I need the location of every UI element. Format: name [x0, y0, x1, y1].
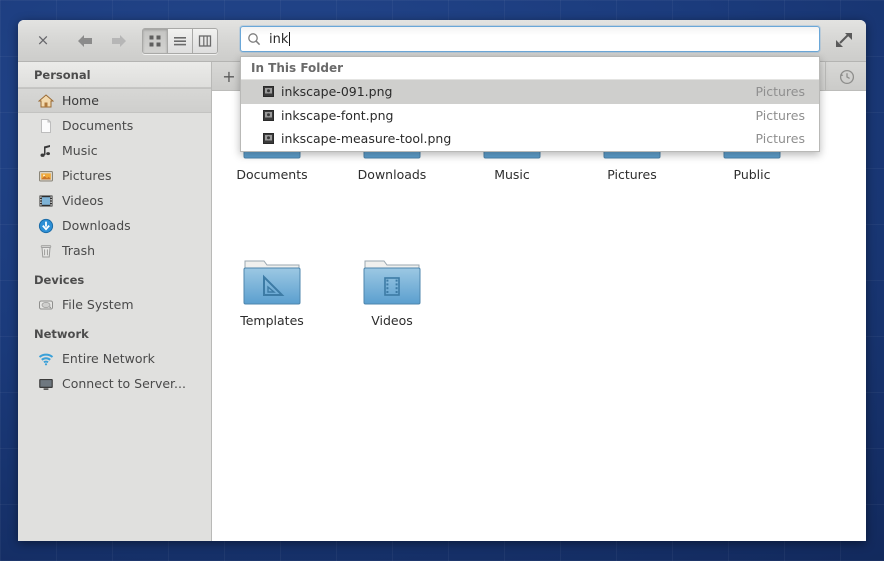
trash-icon: [38, 243, 54, 259]
search-icon: [247, 32, 261, 46]
grid-icon: [148, 34, 162, 48]
folder-item[interactable]: Videos: [332, 257, 452, 339]
wifi-icon: [38, 351, 54, 367]
sidebar-item-file-system[interactable]: File System: [18, 292, 211, 317]
sidebar-item-label: Entire Network: [62, 351, 155, 366]
document-icon: [38, 118, 54, 134]
sidebar-item-label: Music: [62, 143, 98, 158]
text-caret: [289, 32, 290, 46]
folder-icon: [242, 257, 302, 309]
sidebar-group-devices: Devices: [18, 268, 211, 292]
folder-label: Public: [734, 167, 771, 182]
folder-label: Videos: [371, 313, 413, 328]
forward-button[interactable]: [102, 26, 136, 56]
maximize-button[interactable]: [834, 31, 856, 51]
sidebar-group-personal: Personal: [18, 62, 211, 88]
image-file-icon: [263, 110, 274, 121]
sidebar-item-label: Home: [62, 93, 99, 108]
suggestion-row[interactable]: inkscape-measure-tool.png Pictures: [241, 127, 819, 151]
sidebar-item-home[interactable]: Home: [18, 88, 211, 113]
suggestion-name: inkscape-091.png: [281, 84, 756, 99]
view-list-button[interactable]: [168, 29, 193, 53]
pictures-icon: [38, 168, 54, 184]
search-suggestions-popup: In This Folder inkscape-091.png Pictures…: [240, 56, 820, 152]
suggestion-name: inkscape-measure-tool.png: [281, 131, 756, 146]
home-icon: [38, 93, 54, 109]
folder-label: Documents: [236, 167, 307, 182]
view-mode-switcher: [142, 28, 218, 54]
sidebar-item-label: Connect to Server...: [62, 376, 186, 391]
list-icon: [173, 34, 187, 48]
sidebar-item-music[interactable]: Music: [18, 138, 211, 163]
suggestion-row[interactable]: inkscape-font.png Pictures: [241, 104, 819, 128]
sidebar-item-connect-to-server[interactable]: Connect to Server...: [18, 371, 211, 396]
folder-icon: [362, 257, 422, 309]
search-input-value: ink: [269, 32, 288, 47]
close-button[interactable]: ×: [26, 26, 60, 56]
columns-icon: [198, 34, 212, 48]
sidebar-item-downloads[interactable]: Downloads: [18, 213, 211, 238]
sidebar-group-network: Network: [18, 322, 211, 346]
folder-item[interactable]: Templates: [212, 257, 332, 339]
sidebar-item-label: Trash: [62, 243, 95, 258]
suggestion-location: Pictures: [756, 131, 806, 146]
music-note-icon: [38, 143, 54, 159]
folder-label: Music: [494, 167, 530, 182]
sidebar-item-entire-network[interactable]: Entire Network: [18, 346, 211, 371]
arrow-left-icon: [75, 33, 95, 49]
suggestion-row[interactable]: inkscape-091.png Pictures: [241, 80, 819, 104]
sidebar-item-label: Downloads: [62, 218, 131, 233]
monitor-icon: [38, 376, 54, 392]
download-icon: [38, 218, 54, 234]
maximize-icon: [834, 31, 854, 49]
suggestion-location: Pictures: [756, 108, 806, 123]
suggestion-location: Pictures: [756, 84, 806, 99]
sidebar-item-documents[interactable]: Documents: [18, 113, 211, 138]
suggestions-header: In This Folder: [241, 57, 819, 80]
image-file-icon: [263, 86, 274, 97]
file-manager-window: ×: [18, 20, 866, 541]
film-icon: [38, 193, 54, 209]
history-clock-icon: [838, 68, 855, 85]
suggestion-name: inkscape-font.png: [281, 108, 756, 123]
sidebar: Personal Home Documents: [18, 62, 212, 541]
new-tab-label: +: [222, 67, 235, 86]
history-button[interactable]: [825, 62, 866, 90]
sidebar-item-label: Pictures: [62, 168, 112, 183]
image-file-icon: [263, 133, 274, 144]
sidebar-item-pictures[interactable]: Pictures: [18, 163, 211, 188]
folder-label: Pictures: [607, 167, 657, 182]
sidebar-item-label: Documents: [62, 118, 133, 133]
view-icon-button[interactable]: [143, 29, 168, 53]
back-button[interactable]: [68, 26, 102, 56]
folder-label: Downloads: [358, 167, 427, 182]
close-icon: ×: [37, 33, 50, 48]
sidebar-item-label: Videos: [62, 193, 104, 208]
folder-label: Templates: [240, 313, 304, 328]
harddisk-icon: [38, 297, 54, 313]
search-input[interactable]: ink: [240, 26, 820, 52]
sidebar-item-label: File System: [62, 297, 134, 312]
sidebar-item-videos[interactable]: Videos: [18, 188, 211, 213]
file-grid-row: Templates: [212, 251, 866, 339]
arrow-right-icon: [109, 33, 129, 49]
sidebar-item-trash[interactable]: Trash: [18, 238, 211, 263]
view-compact-button[interactable]: [193, 29, 217, 53]
